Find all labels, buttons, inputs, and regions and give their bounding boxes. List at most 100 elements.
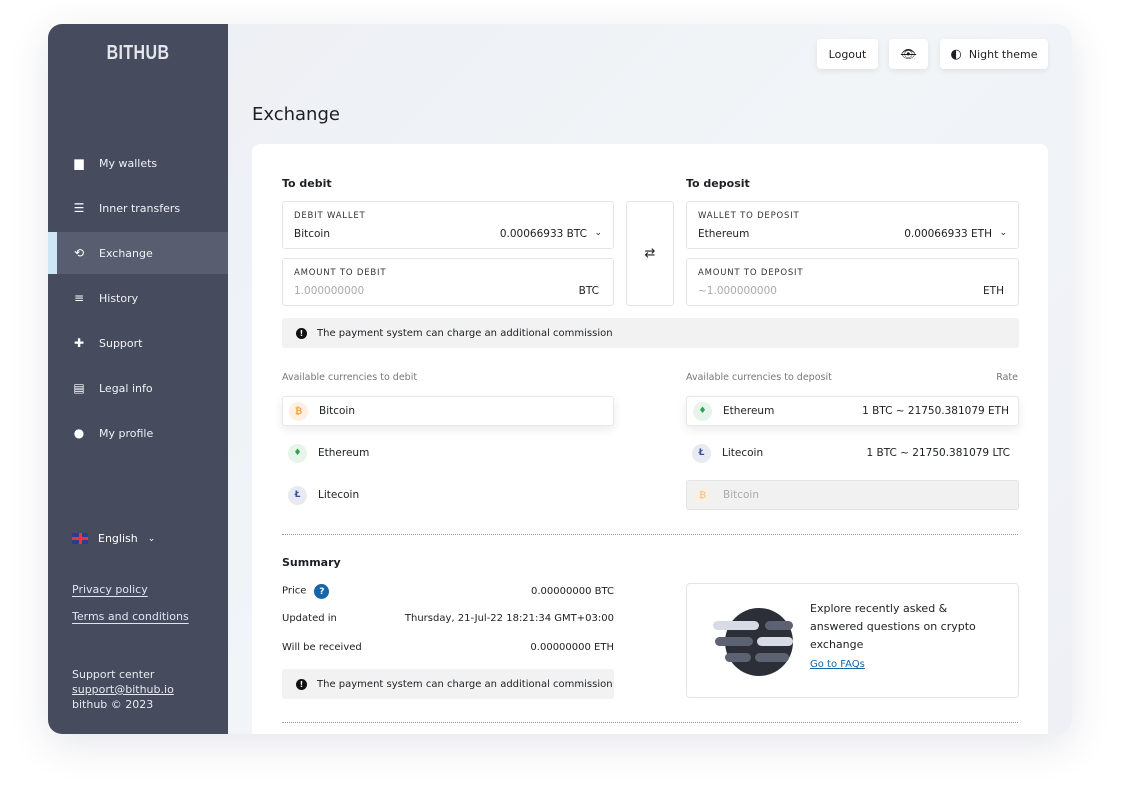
logout-button[interactable]: Logout [817, 39, 878, 69]
sidebar-item-exchange[interactable]: ⟲ Exchange [48, 232, 228, 274]
chevron-down-icon: ⌄ [594, 228, 602, 238]
summary-commission-notice: ! The payment system can charge an additi… [282, 669, 614, 699]
eye-off-icon: 👁 [900, 47, 917, 61]
received-value: 0.00000000 ETH [530, 642, 614, 653]
sidebar-item-my-wallets[interactable]: ▆ My wallets [48, 142, 228, 184]
alert-icon: ! [296, 678, 307, 690]
available-debit-label: Available currencies to debit [282, 372, 418, 383]
deposit-currency-bitcoin: ₿ Bitcoin [686, 480, 1019, 510]
currency-name: Bitcoin [319, 405, 356, 417]
sidebar: BITHUB ▆ My wallets ☰ Inner transfers ⟲ Exc… [48, 24, 228, 734]
notice-text: The payment system can charge an additio… [317, 678, 613, 690]
currency-name: Litecoin [722, 447, 764, 459]
support-center: Support center support@bithub.io bithub … [72, 667, 174, 712]
divider [282, 722, 1018, 723]
field-label: AMOUNT TO DEBIT [294, 268, 387, 278]
deposit-currency-litecoin[interactable]: Ł Litecoin 1 BTC ~ 21750.381079 LTC [686, 438, 1019, 468]
updated-label: Updated in [282, 613, 337, 624]
night-theme-button[interactable]: ◐ Night theme [940, 39, 1048, 69]
night-theme-label: Night theme [968, 47, 1038, 61]
logo: BITHUB [106, 42, 170, 64]
copyright: bithub © 2023 [72, 698, 154, 711]
amount-to-debit-field[interactable]: AMOUNT TO DEBIT 1.000000000 BTC [282, 258, 614, 306]
updated-row: Updated in Thursday, 21-Jul-22 18:21:34 G… [282, 613, 614, 624]
faq-text: Explore recently asked & answered questi… [810, 602, 976, 651]
exchange-card: To debit To deposit DEBIT WALLET Bitcoin… [252, 144, 1048, 734]
chevron-down-icon: ⌄ [147, 533, 156, 544]
privacy-policy-link[interactable]: Privacy policy [72, 583, 148, 596]
ethereum-icon: ♦ [693, 401, 712, 421]
amount-to-deposit-field[interactable]: AMOUNT TO DEPOSIT ~1.000000000 ETH [686, 258, 1019, 306]
exchange-icon: ⟲ [73, 246, 85, 260]
deposit-wallet-select[interactable]: WALLET TO DEPOSIT Ethereum 0.00066933 ET… [686, 201, 1019, 249]
language-selector[interactable]: English ⌄ [72, 532, 155, 545]
rate-label: Rate [996, 372, 1018, 383]
sidebar-item-my-profile[interactable]: ● My profile [48, 412, 228, 454]
received-label: Will be received [282, 642, 362, 653]
deposit-currency-ethereum[interactable]: ♦ Ethereum 1 BTC ~ 21750.381079 ETH [686, 396, 1019, 426]
support-label: Support center [72, 668, 155, 681]
terms-link[interactable]: Terms and conditions [72, 610, 189, 623]
debit-wallet-select[interactable]: DEBIT WALLET Bitcoin 0.00066933 BTC ⌄ [282, 201, 614, 249]
uk-flag-icon [72, 533, 88, 544]
sidebar-item-support[interactable]: ✚ Support [48, 322, 228, 364]
bitcoin-icon: ₿ [693, 485, 712, 505]
language-label: English [98, 532, 138, 545]
debit-currency-ethereum[interactable]: ♦ Ethereum [282, 438, 614, 468]
currency-name: Bitcoin [723, 489, 760, 501]
hide-balance-button[interactable]: 👁 [889, 39, 928, 69]
amount-unit: BTC [578, 285, 599, 297]
wallet-balance: 0.00066933 BTC [499, 228, 587, 240]
currency-rate: 1 BTC ~ 21750.381079 LTC [866, 447, 1010, 459]
bitcoin-icon: ₿ [289, 401, 308, 421]
litecoin-icon: Ł [692, 443, 711, 463]
wallet-balance: 0.00066933 ETH [904, 228, 992, 240]
amount-placeholder: 1.000000000 [294, 285, 365, 297]
sidebar-item-legal-info[interactable]: ▤ Legal info [48, 367, 228, 409]
sidebar-item-label: My wallets [99, 156, 158, 170]
to-deposit-heading: To deposit [686, 177, 750, 190]
price-label: Price [282, 585, 307, 597]
debit-currency-bitcoin[interactable]: ₿ Bitcoin [282, 396, 614, 426]
sidebar-item-history[interactable]: ≡ History [48, 277, 228, 319]
debit-currency-litecoin[interactable]: Ł Litecoin [282, 480, 614, 510]
sidebar-item-label: Inner transfers [99, 201, 181, 215]
currency-name: Litecoin [318, 489, 360, 501]
summary-heading: Summary [282, 556, 341, 569]
sidebar-item-label: History [99, 291, 139, 305]
notice-text: The payment system can charge an additio… [317, 327, 613, 339]
faq-illustration [713, 608, 793, 676]
commission-notice: ! The payment system can charge an additi… [282, 318, 1019, 348]
sidebar-item-label: Support [99, 336, 143, 350]
contrast-icon: ◐ [950, 46, 962, 62]
received-row: Will be received 0.00000000 ETH [282, 642, 614, 653]
currency-name: Ethereum [723, 405, 775, 417]
sidebar-nav: ▆ My wallets ☰ Inner transfers ⟲ Exchange ≡… [48, 142, 228, 457]
support-email-link[interactable]: support@bithub.io [72, 683, 174, 696]
divider [282, 534, 1018, 535]
sidebar-item-label: Exchange [99, 246, 153, 260]
sidebar-item-inner-transfers[interactable]: ☰ Inner transfers [48, 187, 228, 229]
document-icon: ▤ [73, 381, 85, 395]
field-label: WALLET TO DEPOSIT [698, 211, 800, 221]
history-icon: ≡ [73, 291, 85, 305]
page-title: Exchange [252, 104, 340, 125]
field-value: Ethereum [698, 228, 750, 240]
help-icon[interactable]: ? [314, 584, 330, 599]
alert-icon: ! [296, 327, 307, 339]
to-debit-heading: To debit [282, 177, 332, 190]
field-label: AMOUNT TO DEPOSIT [698, 268, 804, 278]
amount-placeholder: ~1.000000000 [698, 285, 777, 297]
swap-icon: ⇄ [644, 246, 656, 261]
price-row: Price? 0.00000000 BTC [282, 584, 614, 599]
go-to-faqs-link[interactable]: Go to FAQs [810, 659, 865, 670]
swap-button[interactable]: ⇄ [626, 201, 674, 306]
faq-banner: Explore recently asked & answered questi… [686, 583, 1019, 698]
price-value: 0.00000000 BTC [531, 586, 614, 597]
transfer-icon: ☰ [73, 201, 85, 215]
chevron-down-icon: ⌄ [999, 228, 1007, 238]
currency-name: Ethereum [318, 447, 370, 459]
field-value: Bitcoin [294, 228, 331, 240]
field-label: DEBIT WALLET [294, 211, 366, 221]
litecoin-icon: Ł [288, 485, 307, 505]
